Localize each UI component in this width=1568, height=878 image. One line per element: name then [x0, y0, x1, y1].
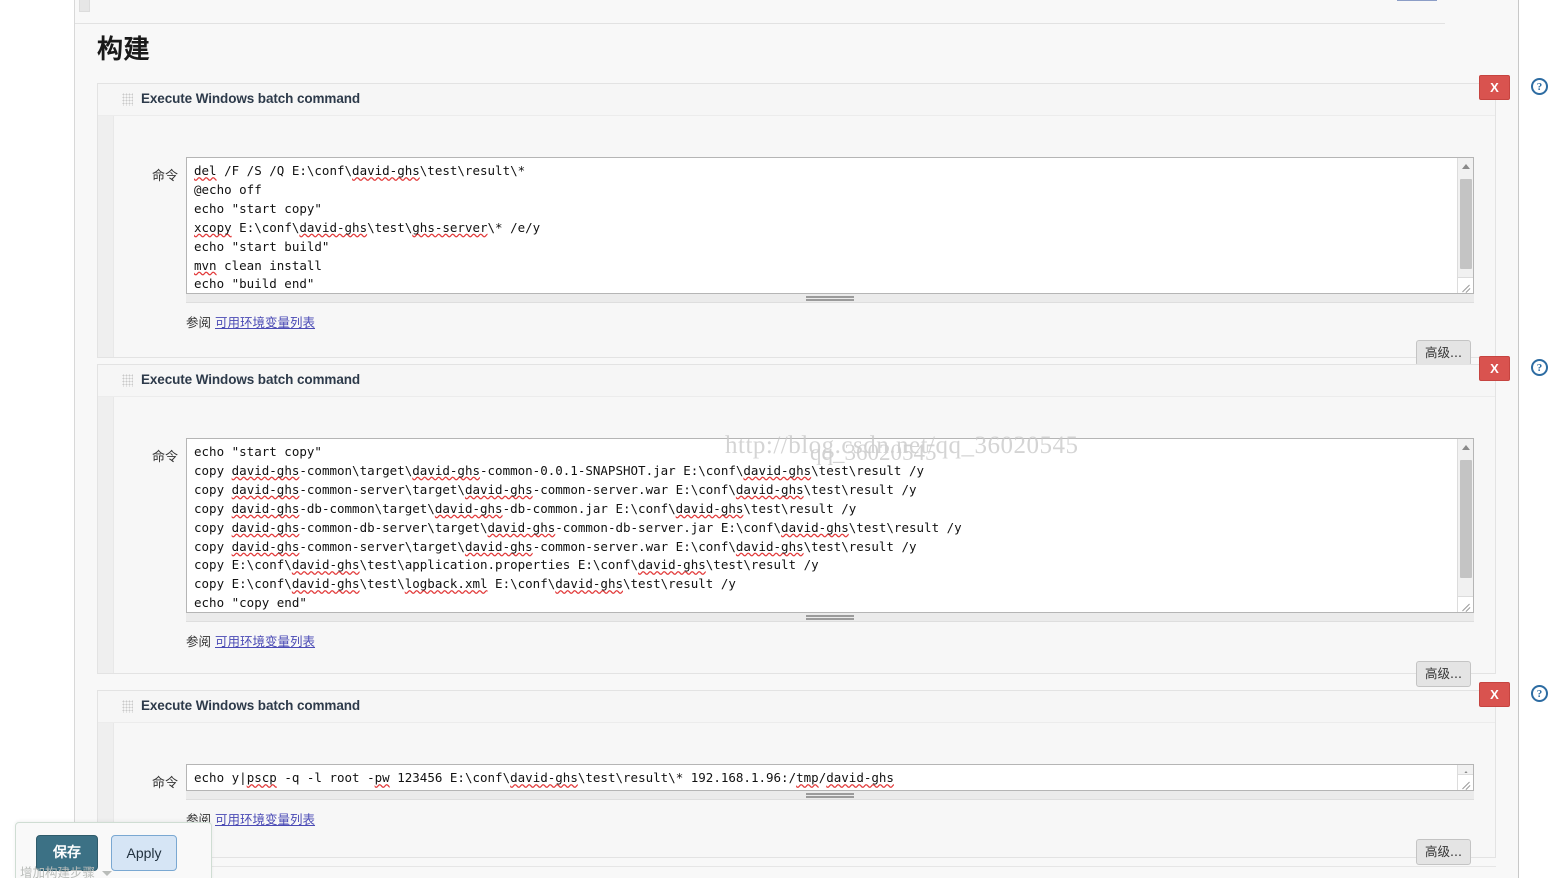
scrollbar-thumb[interactable] [1460, 460, 1472, 578]
top-cutoff-text [455, 0, 695, 4]
top-cutoff-badge [1397, 0, 1437, 1]
top-divider [75, 23, 1445, 24]
build-step-3-title: Execute Windows batch command [141, 698, 361, 713]
build-step-1: Execute Windows batch command X ? 命令 del… [97, 75, 1548, 366]
textarea-resize-grip[interactable] [1457, 596, 1473, 612]
build-step-3: Execute Windows batch command X ? 命令 ech… [97, 682, 1548, 865]
command-text-1: del /F /S /Q E:\conf\david-ghs\test\resu… [194, 163, 541, 292]
textarea-drag-bar-2[interactable] [186, 613, 1474, 622]
content-frame: 构建 Execute Windows batch command X ? 命令 … [74, 0, 1548, 878]
delete-build-step-3-button[interactable]: X [1479, 682, 1510, 707]
command-textarea-1[interactable]: del /F /S /Q E:\conf\david-ghs\test\resu… [186, 157, 1474, 294]
textarea-resize-grip[interactable] [1457, 774, 1473, 790]
add-build-step-label: 增加构建步骤 [20, 865, 96, 878]
advanced-button-3[interactable]: 高级... [1416, 839, 1471, 865]
advanced-button-1[interactable]: 高级... [1416, 340, 1471, 366]
build-step-1-title: Execute Windows batch command [141, 91, 361, 106]
command-scrollbar-1[interactable] [1457, 158, 1473, 293]
env-vars-link[interactable]: 可用环境变量列表 [215, 812, 315, 827]
build-step-1-header: Execute Windows batch command X ? [98, 75, 1548, 116]
top-cutoff-stub [79, 0, 90, 12]
command-textarea-2[interactable]: echo "start copy" copy david-ghs-common\… [186, 438, 1474, 613]
command-scrollbar-2[interactable] [1457, 439, 1473, 612]
scrollbar-thumb[interactable] [1460, 179, 1472, 269]
block-grip-column[interactable] [98, 84, 114, 357]
drag-handle-icon[interactable] [122, 700, 133, 713]
command-text-3: echo y|pscp -q -l root -pw 123456 E:\con… [194, 770, 894, 785]
command-label: 命令 [151, 450, 178, 465]
drag-handle-icon[interactable] [122, 93, 133, 106]
build-step-2: Execute Windows batch command X ? 命令 ech… [97, 356, 1548, 687]
page-title: 构建 [97, 35, 151, 65]
help-icon[interactable]: ? [1531, 685, 1548, 702]
scroll-up-icon[interactable] [1458, 158, 1473, 175]
see-also-prefix: 参阅 [186, 315, 212, 330]
build-step-2-header: Execute Windows batch command X ? [98, 356, 1548, 397]
delete-build-step-2-button[interactable]: X [1479, 356, 1510, 381]
see-also-line-2: 参阅 可用环境变量列表 [186, 631, 315, 650]
command-label: 命令 [151, 776, 178, 791]
command-text-2: echo "start copy" copy david-ghs-common\… [194, 444, 962, 611]
block-grip-column[interactable] [98, 365, 114, 673]
advanced-button-2[interactable]: 高级... [1416, 661, 1471, 687]
apply-button[interactable]: Apply [111, 835, 177, 871]
see-also-line-1: 参阅 可用环境变量列表 [186, 312, 315, 331]
see-also-prefix: 参阅 [186, 634, 212, 649]
env-vars-link[interactable]: 可用环境变量列表 [215, 315, 315, 330]
textarea-drag-bar-1[interactable] [186, 294, 1474, 303]
textarea-drag-bar-3[interactable] [186, 791, 1474, 800]
scroll-up-icon[interactable] [1458, 439, 1473, 456]
command-textarea-3[interactable]: echo y|pscp -q -l root -pw 123456 E:\con… [186, 764, 1474, 791]
env-vars-link[interactable]: 可用环境变量列表 [215, 634, 315, 649]
build-step-2-title: Execute Windows batch command [141, 372, 361, 387]
jenkins-config-page: 构建 Execute Windows batch command X ? 命令 … [0, 0, 1568, 878]
command-label: 命令 [151, 169, 178, 184]
build-step-3-header: Execute Windows batch command X ? [98, 682, 1548, 723]
bottom-divider [97, 866, 1496, 867]
textarea-resize-grip[interactable] [1457, 277, 1473, 293]
help-icon[interactable]: ? [1531, 359, 1548, 376]
drag-handle-icon[interactable] [122, 374, 133, 387]
delete-build-step-1-button[interactable]: X [1479, 75, 1510, 100]
add-build-step-dropdown[interactable]: 增加构建步骤 [20, 862, 113, 878]
help-icon[interactable]: ? [1531, 78, 1548, 95]
chevron-down-icon [102, 871, 113, 876]
